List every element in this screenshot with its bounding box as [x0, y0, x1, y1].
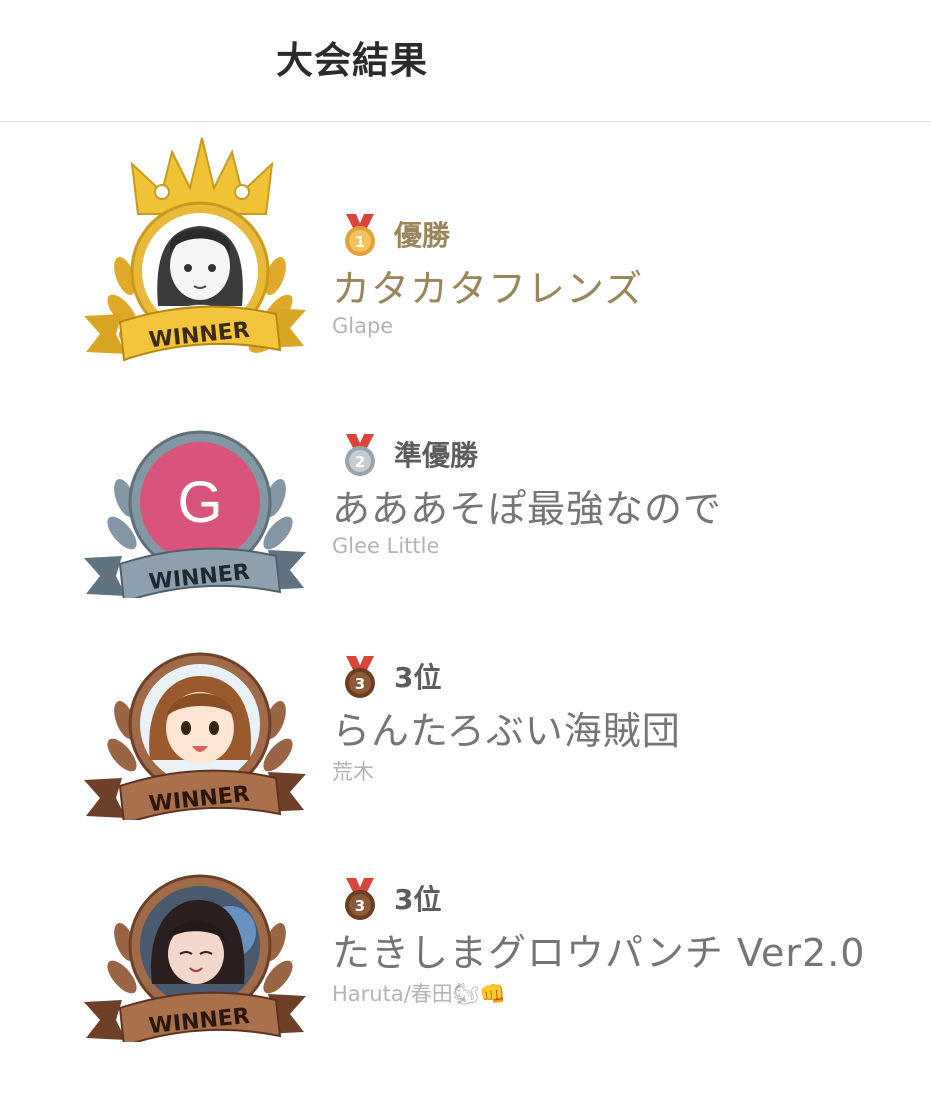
bronze-medal-icon: 3	[345, 656, 375, 698]
winner-emblem-bronze: WINNER	[80, 640, 310, 880]
rank-label: 3位	[394, 883, 442, 916]
svg-text:3: 3	[355, 897, 365, 915]
rank-label: 3位	[394, 661, 442, 694]
team-name: らんたろぶい海賊団	[332, 709, 681, 753]
bronze-laurel-emblem-icon: WINNER	[84, 874, 306, 1042]
result-row-4[interactable]: WINNER 3 3位 たきしまグロウパンチ Ver2.0 Haruta/春田🐿…	[0, 862, 931, 1082]
result-row-1[interactable]: WINNER 1 優勝 カタカタフレンズ Glape	[0, 136, 931, 362]
svg-text:3: 3	[355, 675, 365, 693]
header: 大会結果	[0, 0, 931, 122]
svg-text:1: 1	[355, 233, 365, 251]
page-title: 大会結果	[276, 39, 428, 82]
player-name: 荒木	[332, 760, 374, 784]
winner-emblem-gold: WINNER	[80, 136, 310, 376]
player-name: Haruta/春田🐿👊	[332, 982, 506, 1006]
winner-emblem-bronze: WINNER	[80, 862, 310, 1102]
avatar-letter: G	[177, 470, 222, 535]
player-name: Glape	[332, 314, 394, 338]
result-row-2[interactable]: G WINNER 2 準優勝 あああそぽ最強なので Glee Little	[0, 418, 931, 638]
gold-crown-emblem-icon: WINNER	[84, 137, 306, 362]
svg-text:2: 2	[355, 453, 365, 471]
player-name: Glee Little	[332, 534, 440, 558]
team-name: たきしまグロウパンチ Ver2.0	[332, 931, 866, 975]
result-row-3[interactable]: WINNER 3 3位 らんたろぶい海賊団 荒木	[0, 640, 931, 860]
rank-label: 準優勝	[394, 439, 479, 472]
silver-laurel-emblem-icon: G WINNER	[84, 430, 306, 598]
team-name: カタカタフレンズ	[332, 267, 644, 311]
bronze-medal-icon: 3	[345, 878, 375, 920]
team-name: あああそぽ最強なので	[332, 487, 723, 531]
gold-medal-icon: 1	[345, 214, 375, 256]
silver-medal-icon: 2	[345, 434, 375, 476]
bronze-laurel-emblem-icon: WINNER	[84, 652, 306, 820]
rank-label: 優勝	[394, 219, 451, 252]
winner-emblem-silver: G WINNER	[80, 418, 310, 658]
